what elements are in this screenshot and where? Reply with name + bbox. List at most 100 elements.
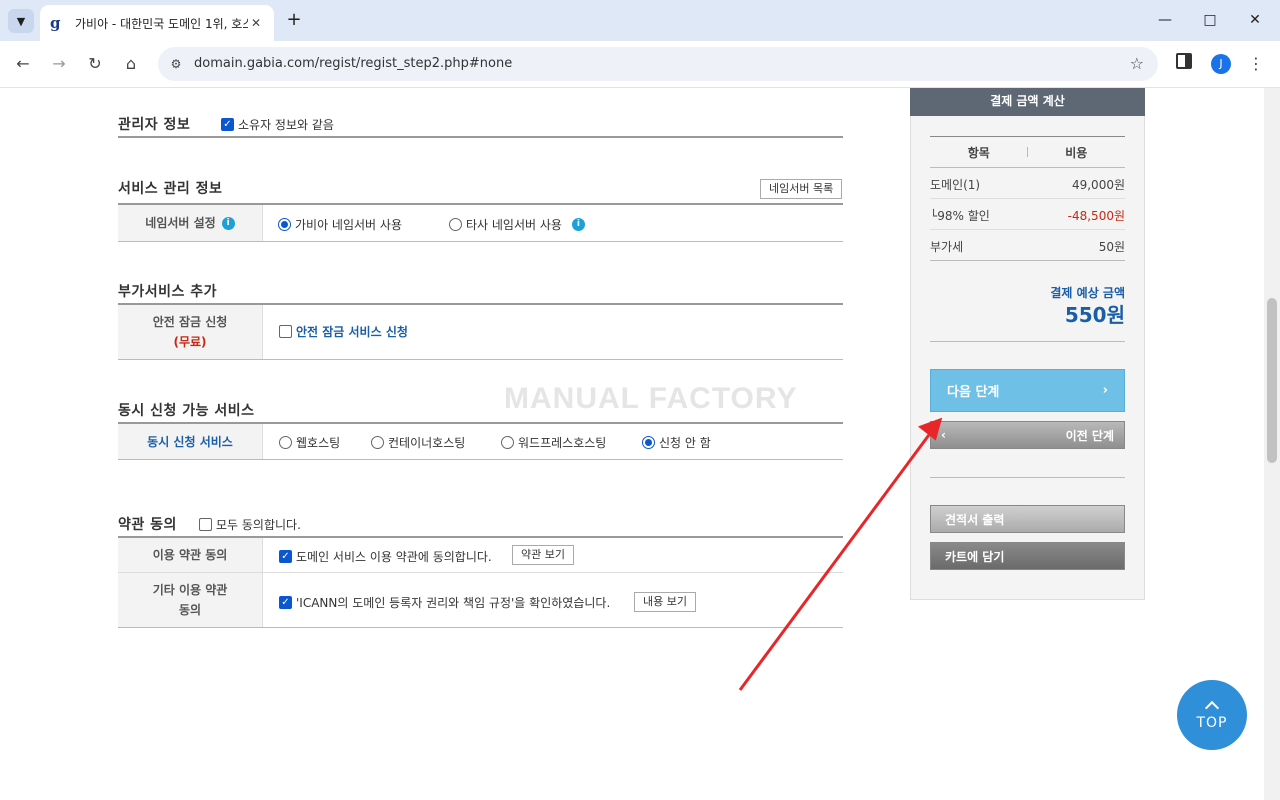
payment-panel-title: 결제 금액 계산 bbox=[910, 88, 1145, 116]
concurrent-service-label: 동시 신청 서비스 bbox=[147, 434, 233, 449]
webhosting-radio[interactable] bbox=[279, 436, 292, 449]
scrollbar[interactable] bbox=[1264, 88, 1280, 800]
ns-gabia-radio[interactable] bbox=[278, 218, 291, 231]
chevron-up-icon bbox=[1204, 700, 1220, 716]
info-icon[interactable]: i bbox=[571, 218, 585, 231]
terms-use-option[interactable]: ✓ 도메인 서비스 이용 약관에 동의합니다. bbox=[279, 548, 492, 565]
side-panel-icon[interactable] bbox=[1176, 53, 1192, 69]
terms-other-header: 기타 이용 약관 동의 bbox=[118, 573, 263, 627]
container-hosting-option[interactable]: 컨테이너호스팅 bbox=[371, 434, 465, 451]
tab-title: 가비아 - 대한민국 도메인 1위, 호스팅 bbox=[75, 16, 248, 31]
divider bbox=[930, 341, 1125, 342]
no-apply-option[interactable]: 신청 안 함 bbox=[642, 434, 711, 451]
nameserver-setting-header: 네임서버 설정 i bbox=[118, 205, 263, 241]
add-to-cart-button[interactable]: 카트에 담기 bbox=[930, 542, 1125, 570]
ns-other-radio[interactable] bbox=[449, 218, 462, 231]
chevron-left-icon: ‹ bbox=[941, 428, 946, 442]
same-as-owner-checkbox[interactable]: ✓ bbox=[221, 118, 234, 131]
no-apply-label: 신청 안 함 bbox=[659, 436, 711, 450]
tab-bar: ▼ g 가비아 - 대한민국 도메인 1위, 호스팅 ✕ + — □ ✕ bbox=[0, 0, 1280, 41]
print-quote-label: 견적서 출력 bbox=[945, 512, 1005, 527]
next-step-label: 다음 단계 bbox=[947, 385, 1000, 400]
view-content-button[interactable]: 내용 보기 bbox=[634, 592, 696, 612]
view-terms-button[interactable]: 약관 보기 bbox=[512, 545, 574, 565]
payment-row-label: 부가세 bbox=[930, 240, 964, 254]
close-icon[interactable]: ✕ bbox=[248, 15, 264, 31]
ns-gabia-label: 가비아 네임서버 사용 bbox=[295, 218, 402, 232]
more-menu-icon[interactable]: ⋮ bbox=[1248, 54, 1264, 73]
service-section-title: 서비스 관리 정보 bbox=[118, 181, 223, 197]
browser-toolbar: ← → ↻ ⌂ ⚙ domain.gabia.com/regist/regist… bbox=[0, 41, 1280, 88]
back-arrow-icon[interactable]: ← bbox=[12, 53, 34, 75]
agree-all-label: 모두 동의합니다. bbox=[216, 518, 301, 532]
watermark-text: MANUAL FACTORY bbox=[504, 382, 798, 415]
bookmark-star-icon[interactable]: ☆ bbox=[1130, 54, 1144, 73]
payment-row-vat: 부가세 50원 bbox=[930, 238, 1125, 255]
divider bbox=[118, 359, 843, 360]
header-separator bbox=[1027, 147, 1028, 157]
terms-other-text: 'ICANN의 도메인 등록자 권리와 책임 규정'을 확인하였습니다. bbox=[296, 596, 611, 610]
home-icon[interactable]: ⌂ bbox=[120, 53, 142, 75]
nameserver-setting-label: 네임서버 설정 bbox=[145, 216, 216, 230]
concurrent-service-header: 동시 신청 서비스 bbox=[118, 424, 263, 459]
browser-tab[interactable]: g 가비아 - 대한민국 도메인 1위, 호스팅 ✕ bbox=[40, 5, 274, 41]
minimize-icon[interactable]: — bbox=[1155, 10, 1175, 30]
wordpress-hosting-label: 워드프레스호스팅 bbox=[518, 436, 607, 450]
print-quote-button[interactable]: 견적서 출력 bbox=[930, 505, 1125, 533]
scroll-top-label: TOP bbox=[1196, 715, 1228, 731]
divider bbox=[930, 229, 1125, 230]
divider bbox=[118, 136, 843, 138]
wordpress-hosting-radio[interactable] bbox=[501, 436, 514, 449]
wordpress-hosting-option[interactable]: 워드프레스호스팅 bbox=[501, 434, 606, 451]
concurrent-section-title: 동시 신청 가능 서비스 bbox=[118, 403, 255, 419]
safe-lock-option-label: 안전 잠금 서비스 신청 bbox=[296, 325, 408, 339]
safe-lock-checkbox[interactable] bbox=[279, 325, 292, 338]
site-info-icon[interactable]: ⚙ bbox=[166, 54, 186, 74]
container-hosting-radio[interactable] bbox=[371, 436, 384, 449]
safe-lock-free-label: (무료) bbox=[173, 335, 207, 349]
forward-arrow-icon[interactable]: → bbox=[48, 53, 70, 75]
nameserver-list-button[interactable]: 네임서버 목록 bbox=[760, 179, 843, 199]
terms-use-text: 도메인 서비스 이용 약관에 동의합니다. bbox=[296, 550, 492, 564]
url-text: domain.gabia.com/regist/regist_step2.php… bbox=[194, 56, 513, 71]
reload-icon[interactable]: ↻ bbox=[84, 53, 106, 75]
webhosting-option[interactable]: 웹호스팅 bbox=[279, 434, 340, 451]
terms-use-checkbox[interactable]: ✓ bbox=[279, 550, 292, 563]
prev-step-button[interactable]: ‹ 이전 단계 bbox=[930, 421, 1125, 449]
info-icon[interactable]: i bbox=[221, 216, 235, 230]
container-hosting-label: 컨테이너호스팅 bbox=[388, 436, 466, 450]
same-as-owner-label: 소유자 정보와 같음 bbox=[238, 118, 334, 132]
safe-lock-option[interactable]: 안전 잠금 서비스 신청 bbox=[279, 323, 408, 340]
divider bbox=[930, 477, 1125, 478]
ns-other-option[interactable]: 타사 네임서버 사용 i bbox=[449, 216, 585, 233]
agree-all-option[interactable]: 모두 동의합니다. bbox=[199, 516, 301, 533]
scroll-thumb[interactable] bbox=[1267, 298, 1277, 463]
no-apply-radio[interactable] bbox=[642, 436, 655, 449]
add-to-cart-label: 카트에 담기 bbox=[945, 549, 1005, 564]
same-as-owner-option[interactable]: ✓ 소유자 정보와 같음 bbox=[221, 116, 334, 133]
next-step-button[interactable]: 다음 단계 › bbox=[930, 369, 1125, 412]
divider bbox=[118, 627, 843, 628]
terms-other-checkbox[interactable]: ✓ bbox=[279, 596, 292, 609]
payment-row-value: -48,500원 bbox=[1067, 209, 1125, 223]
terms-other-option[interactable]: ✓ 'ICANN의 도메인 등록자 권리와 책임 규정'을 확인하였습니다. bbox=[279, 594, 610, 611]
window-close-icon[interactable]: ✕ bbox=[1245, 10, 1265, 30]
tab-search-button[interactable]: ▼ bbox=[8, 9, 34, 33]
terms-use-label: 이용 약관 동의 bbox=[152, 548, 228, 562]
addon-section-title: 부가서비스 추가 bbox=[118, 284, 218, 300]
safe-lock-label: 안전 잠금 신청 bbox=[152, 315, 228, 329]
payment-row-domain: 도메인(1) 49,000원 bbox=[930, 176, 1125, 193]
ns-gabia-option[interactable]: 가비아 네임서버 사용 bbox=[278, 216, 402, 233]
agree-all-checkbox[interactable] bbox=[199, 518, 212, 531]
profile-avatar[interactable]: J bbox=[1211, 54, 1231, 74]
address-bar[interactable]: ⚙ domain.gabia.com/regist/regist_step2.p… bbox=[158, 47, 1158, 81]
maximize-icon[interactable]: □ bbox=[1200, 10, 1220, 30]
divider bbox=[930, 198, 1125, 199]
scroll-top-button[interactable]: TOP bbox=[1177, 680, 1247, 750]
payment-row-value: 49,000원 bbox=[1071, 178, 1125, 192]
col-item-label: 항목 bbox=[967, 146, 990, 160]
new-tab-icon[interactable]: + bbox=[284, 10, 304, 30]
payment-row-label: └98% 할인 bbox=[930, 209, 990, 223]
divider bbox=[930, 260, 1125, 261]
terms-section-title: 약관 동의 bbox=[118, 517, 177, 533]
